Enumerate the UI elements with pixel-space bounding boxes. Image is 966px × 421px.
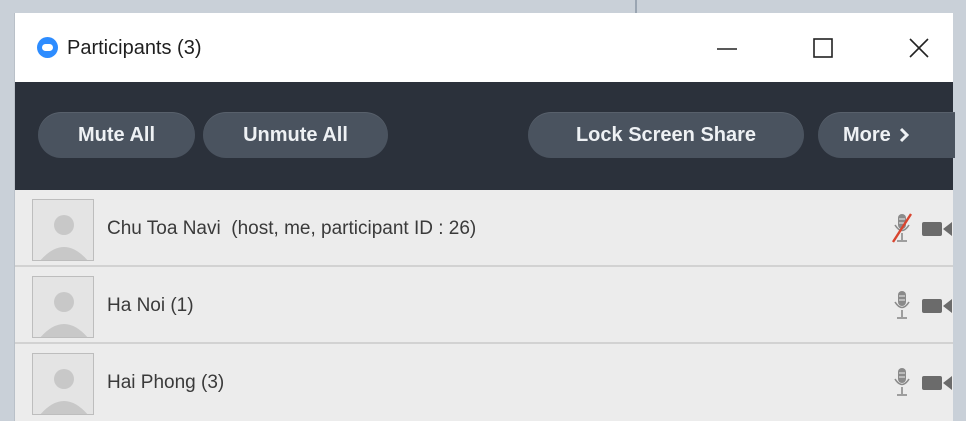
video-camera-icon[interactable] (921, 374, 953, 392)
unmute-all-button[interactable]: Unmute All (203, 112, 388, 158)
background-window-edge (0, 0, 966, 13)
avatar (32, 353, 94, 415)
avatar (32, 276, 94, 338)
zoom-logo-icon (37, 37, 58, 58)
maximize-button[interactable] (783, 13, 863, 82)
mic-icon[interactable] (891, 289, 913, 321)
participants-window: Participants (3) Mute All Unmute All Loc… (14, 13, 955, 421)
participant-row[interactable]: Ha Noi (1) (15, 267, 953, 344)
participant-name: Chu Toa Navi (host, me, participant ID :… (107, 218, 477, 239)
unmute-all-label: Unmute All (243, 123, 348, 146)
participant-row[interactable]: Chu Toa Navi (host, me, participant ID :… (15, 190, 953, 267)
default-avatar-icon (40, 215, 88, 260)
participant-name: Hai Phong (3) (107, 372, 225, 393)
background-right-edge (952, 13, 966, 421)
mic-icon[interactable] (891, 366, 913, 398)
mute-all-button[interactable]: Mute All (38, 112, 195, 158)
maximize-icon (813, 37, 833, 58)
chevron-right-icon (899, 127, 909, 143)
more-button[interactable]: More (818, 112, 955, 158)
more-label: More (843, 123, 891, 146)
avatar (32, 199, 94, 261)
participant-row[interactable]: Hai Phong (3) (15, 344, 953, 421)
participant-name: Ha Noi (1) (107, 295, 194, 316)
participants-toolbar: Mute All Unmute All Lock Screen Share Mo… (15, 82, 955, 190)
video-camera-icon[interactable] (921, 220, 953, 238)
default-avatar-icon (40, 369, 88, 414)
title-bar[interactable]: Participants (3) (15, 13, 953, 82)
participant-list: Chu Toa Navi (host, me, participant ID :… (15, 190, 953, 421)
default-avatar-icon (40, 292, 88, 337)
video-camera-icon[interactable] (921, 297, 953, 315)
close-button[interactable] (885, 13, 953, 82)
lock-screen-share-button[interactable]: Lock Screen Share (528, 112, 804, 158)
mute-all-label: Mute All (77, 123, 156, 146)
window-title: Participants (3) (67, 37, 202, 59)
background-left-edge (0, 13, 14, 421)
close-icon (909, 37, 929, 58)
minimize-button[interactable] (687, 13, 767, 82)
minimize-icon (717, 47, 737, 50)
lock-screen-share-label: Lock Screen Share (575, 123, 757, 146)
mic-muted-icon[interactable] (891, 212, 913, 244)
